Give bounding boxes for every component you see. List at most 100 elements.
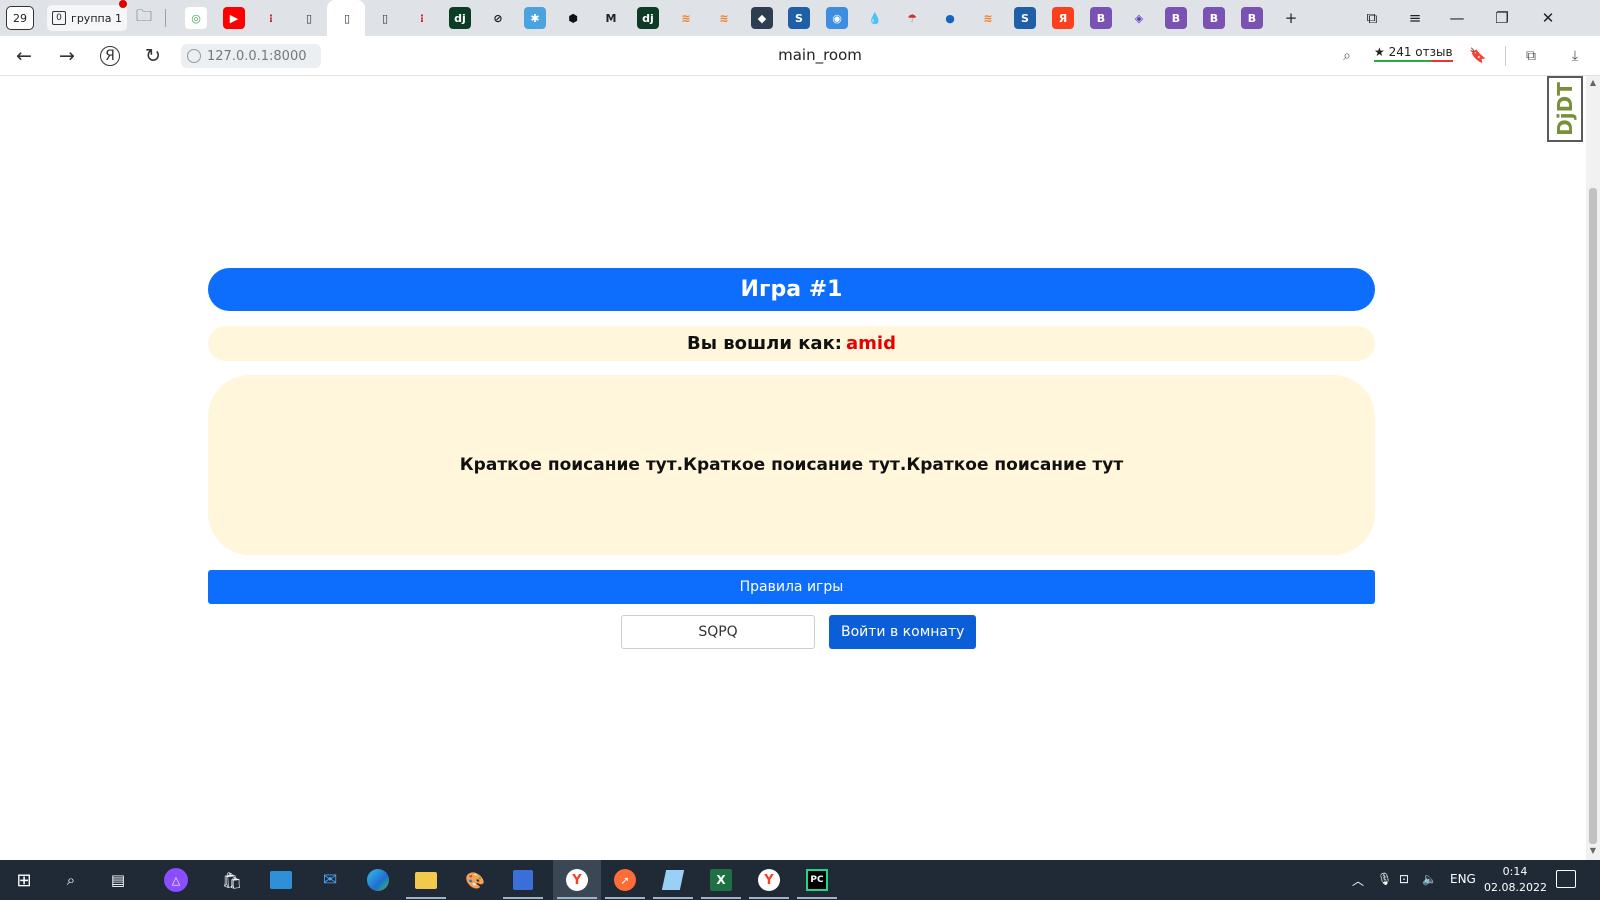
reviews-badge[interactable]: ★ 241 отзыв [1374, 45, 1453, 62]
yandex-home-button[interactable]: Я [95, 42, 125, 70]
join-room-button[interactable]: Войти в комнату [829, 615, 977, 649]
yandex-browser-button[interactable]: Y [563, 866, 591, 894]
tray-overflow-button[interactable]: ︿ [1352, 872, 1364, 889]
task-view-button[interactable]: ▤ [104, 866, 132, 894]
yandex-browser-2-button[interactable]: Y [755, 866, 783, 894]
tab-stackoverflow-icon[interactable]: ≋ [675, 7, 697, 29]
reload-button[interactable]: ↻ [138, 42, 168, 70]
tab-medium-icon[interactable]: M [600, 7, 622, 29]
django-debug-toolbar-handle[interactable]: DjDT [1547, 76, 1583, 142]
tab-bootstrap-icon[interactable]: B [1241, 7, 1263, 29]
tab-drop-dark-icon[interactable]: ● [939, 7, 961, 29]
scroll-down-arrow-icon[interactable]: ▼ [1586, 846, 1600, 858]
alice-button[interactable]: △ [162, 866, 190, 894]
rules-button[interactable]: Правила игры [208, 570, 1375, 604]
drop-icon: 💧 [868, 11, 882, 25]
umbrella-icon: ☂ [907, 11, 917, 25]
tab-bootstrap-icon[interactable]: B [1090, 7, 1112, 29]
file-explorer-button[interactable] [412, 866, 440, 894]
system-clock[interactable]: 0:14 02.08.2022 [1484, 864, 1547, 896]
tab-page-icon[interactable]: ▯ [374, 7, 396, 29]
tab-separator [165, 9, 166, 27]
url-text: 127.0.0.1:8000 [207, 48, 307, 64]
tab-dot-red-icon[interactable]: ⁝ [411, 7, 433, 29]
microphone-tray[interactable]: 🎙 [1377, 872, 1392, 886]
store-button[interactable]: 🛍 [218, 866, 246, 894]
taskbar-search-button[interactable]: ⌕ [57, 866, 85, 894]
reload-icon: ↻ [145, 45, 161, 67]
tab-page-icon[interactable]: ▯ [336, 7, 358, 29]
paint-button[interactable]: 🎨 [461, 866, 489, 894]
stripe-circle-icon: ⊘ [493, 11, 503, 25]
scroll-thumb[interactable] [1589, 188, 1597, 844]
mail-button[interactable]: ✉ [316, 866, 344, 894]
minimize-icon: — [1449, 9, 1465, 27]
microphone-icon: 🎙 [1377, 872, 1393, 886]
minimize-button[interactable]: — [1443, 6, 1471, 30]
tab-stackoverflow-icon[interactable]: ≋ [713, 7, 735, 29]
new-tab-button[interactable]: + [1277, 6, 1305, 30]
save-app-button[interactable] [509, 866, 537, 894]
scroll-up-arrow-icon[interactable]: ▲ [1586, 78, 1600, 90]
network-tray[interactable]: ⊡ [1399, 872, 1409, 886]
tab-stackoverflow-icon[interactable]: ≋ [977, 7, 999, 29]
tab-django-icon[interactable]: dj [449, 7, 471, 29]
edge-button[interactable] [364, 866, 392, 894]
folder-icon [415, 871, 437, 889]
tab-camera-icon[interactable]: ◉ [826, 7, 848, 29]
folder-plus-icon: 🗀 [135, 5, 152, 25]
collections-button[interactable]: ⧉ [1358, 6, 1386, 30]
floppy-icon [513, 870, 533, 890]
save-app-open-indicator [503, 897, 543, 899]
tab-stripe-circle-icon[interactable]: ⊘ [487, 7, 509, 29]
tab-page-icon[interactable]: ▯ [298, 7, 320, 29]
tab-puzzle-icon[interactable]: ✱ [524, 7, 546, 29]
forward-button[interactable]: → [52, 42, 82, 70]
tab-loop-icon[interactable]: ◎ [185, 7, 207, 29]
url-field[interactable]: 127.0.0.1:8000 [181, 44, 321, 68]
downloads-button[interactable]: ⤓ [1563, 44, 1587, 68]
language-indicator[interactable]: ENG [1450, 872, 1476, 886]
pycharm-button[interactable]: PC [803, 866, 831, 894]
desktop-app-button[interactable] [267, 866, 295, 894]
restore-button[interactable]: ❐ [1488, 6, 1516, 30]
page-icon: ▯ [343, 11, 351, 25]
room-code-input[interactable] [621, 615, 815, 649]
volume-tray[interactable]: 🔈 [1422, 872, 1437, 886]
excel-button[interactable]: X [707, 866, 735, 894]
notification-center-icon[interactable] [1556, 870, 1576, 888]
notepad-button[interactable] [659, 866, 687, 894]
start-button[interactable]: ⊞ [10, 866, 38, 894]
tab-layers-icon[interactable]: ◈ [1128, 7, 1150, 29]
extensions-button[interactable]: ⧉ [1519, 44, 1543, 68]
tab-counter-button[interactable]: 29 [6, 6, 34, 30]
tab-bootstrap-icon[interactable]: B [1165, 7, 1187, 29]
tab-app-icon[interactable]: ◆ [751, 7, 773, 29]
tab-umbrella-icon[interactable]: ☂ [901, 7, 923, 29]
yandex-icon: Я [1058, 11, 1068, 25]
close-window-button[interactable]: ✕ [1534, 6, 1562, 30]
stackoverflow-icon: ≋ [719, 11, 729, 25]
notepad-open-indicator [653, 897, 693, 899]
postman-button[interactable]: ➚ [611, 866, 639, 894]
medium-icon: M [605, 11, 617, 25]
tab-django-icon[interactable]: dj [637, 7, 659, 29]
tab-yandex-icon[interactable]: Я [1052, 7, 1074, 29]
layers-icon: ◈ [1134, 11, 1144, 25]
youtube-icon: ▶ [229, 11, 239, 25]
back-button[interactable]: ← [9, 42, 39, 70]
stackoverflow-icon: ≋ [681, 11, 691, 25]
tab-book-icon[interactable]: S [788, 7, 810, 29]
tab-bootstrap-icon[interactable]: B [1203, 7, 1225, 29]
tab-dot-red-icon[interactable]: ⁝ [260, 7, 282, 29]
tab-group-chip[interactable]: 0 группа 1 [47, 5, 127, 31]
tab-book-icon[interactable]: S [1014, 7, 1036, 29]
page-scrollbar[interactable]: ▲ ▼ [1586, 76, 1600, 860]
tab-drop-icon[interactable]: 💧 [864, 7, 886, 29]
tab-youtube-icon[interactable]: ▶ [223, 7, 245, 29]
bookmark-button[interactable]: 🔖 [1466, 44, 1490, 68]
menu-button[interactable]: ≡ [1401, 6, 1429, 30]
tab-codepen-icon[interactable]: ⬢ [562, 7, 584, 29]
new-group-button[interactable]: 🗀 [131, 5, 157, 31]
search-button[interactable]: ⌕ [1335, 44, 1359, 68]
